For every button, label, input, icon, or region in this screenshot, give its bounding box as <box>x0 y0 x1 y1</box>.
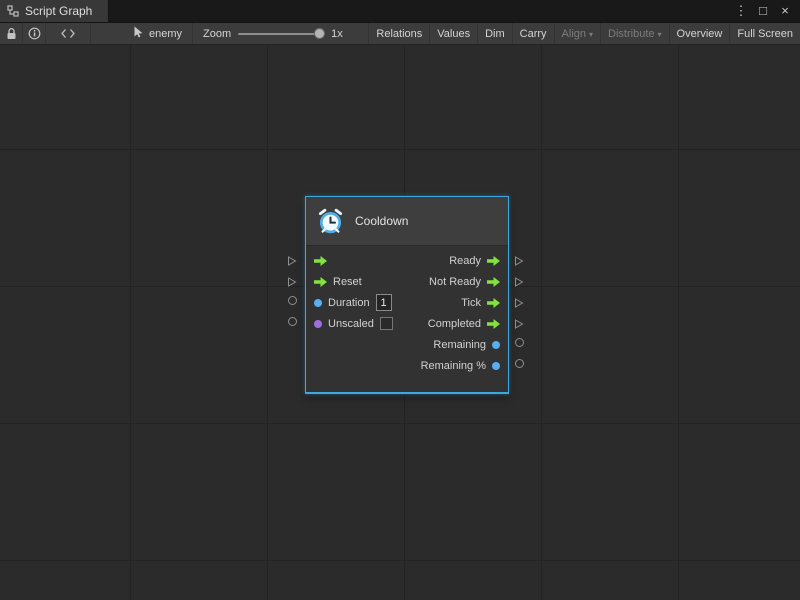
tab-label: Script Graph <box>25 4 92 18</box>
breadcrumb-graph-name: enemy <box>149 28 182 40</box>
remaining-port-icon[interactable] <box>492 341 500 349</box>
flow-input-reset-icon[interactable] <box>314 277 327 287</box>
script-graph-window: Script Graph ⋮ □ × <box>0 0 800 600</box>
menu-icon[interactable]: ⋮ <box>732 0 750 22</box>
cooldown-node[interactable]: Cooldown Ready <box>305 196 509 394</box>
flow-port-marker[interactable] <box>514 274 524 292</box>
port-row: Duration Tick <box>306 292 508 313</box>
code-view-icon[interactable] <box>46 23 91 44</box>
chevron-down-icon: ▾ <box>658 30 662 39</box>
flow-output-completed-icon[interactable] <box>487 319 500 329</box>
tab-bar: Script Graph ⋮ □ × <box>0 0 800 23</box>
port-row: Reset Not Ready <box>306 271 508 292</box>
duration-input[interactable] <box>376 294 392 311</box>
zoom-slider-handle[interactable] <box>314 28 325 39</box>
value-port-marker[interactable] <box>515 338 524 347</box>
node-header[interactable]: Cooldown <box>306 197 508 246</box>
value-port-marker[interactable] <box>515 359 524 368</box>
duration-port-icon[interactable] <box>314 299 322 307</box>
flow-port-marker[interactable] <box>514 295 524 313</box>
info-icon[interactable] <box>23 23 46 44</box>
node-body: Ready Reset Not Ready <box>306 246 508 392</box>
flow-input-enter-icon[interactable] <box>314 256 327 266</box>
unscaled-port-icon[interactable] <box>314 320 322 328</box>
zoom-label: Zoom <box>203 28 231 40</box>
maximize-icon[interactable]: □ <box>754 0 772 22</box>
unscaled-checkbox[interactable] <box>380 317 393 330</box>
alarm-clock-icon <box>317 208 344 235</box>
script-graph-icon <box>7 5 19 17</box>
port-row: Ready <box>306 250 508 271</box>
chevron-down-icon: ▾ <box>589 30 593 39</box>
carry-button[interactable]: Carry <box>512 23 554 44</box>
relations-button[interactable]: Relations <box>368 23 429 44</box>
flow-port-marker[interactable] <box>514 253 524 271</box>
values-button[interactable]: Values <box>429 23 477 44</box>
port-row: Remaining % <box>306 355 508 376</box>
port-row: Unscaled Completed <box>306 313 508 334</box>
value-port-marker[interactable] <box>288 296 297 305</box>
flow-port-marker[interactable] <box>514 316 524 334</box>
node-title: Cooldown <box>355 214 408 228</box>
tab-script-graph[interactable]: Script Graph <box>0 0 109 22</box>
full-screen-button[interactable]: Full Screen <box>729 23 800 44</box>
remaining-percent-port-icon[interactable] <box>492 362 500 370</box>
graph-pointer-icon <box>133 26 144 41</box>
overview-button[interactable]: Overview <box>669 23 730 44</box>
graph-toolbar: enemy Zoom 1x Relations Values Dim Carry <box>0 23 800 45</box>
lock-icon[interactable] <box>0 23 23 44</box>
zoom-control: Zoom 1x <box>193 23 353 44</box>
window-controls: ⋮ □ × <box>732 0 800 22</box>
graph-canvas[interactable]: Cooldown Ready <box>0 45 800 600</box>
flow-port-marker[interactable] <box>287 253 297 271</box>
zoom-slider[interactable] <box>238 33 324 35</box>
dim-button[interactable]: Dim <box>477 23 512 44</box>
flow-port-marker[interactable] <box>287 274 297 292</box>
value-port-marker[interactable] <box>288 317 297 326</box>
flow-output-notready-icon[interactable] <box>487 277 500 287</box>
flow-output-ready-icon[interactable] <box>487 256 500 266</box>
flow-output-tick-icon[interactable] <box>487 298 500 308</box>
toolbar-buttons: Relations Values Dim Carry Align ▾ Distr… <box>368 23 800 44</box>
close-icon[interactable]: × <box>776 0 794 22</box>
align-dropdown[interactable]: Align ▾ <box>554 23 600 44</box>
distribute-dropdown[interactable]: Distribute ▾ <box>600 23 668 44</box>
breadcrumb[interactable]: enemy <box>123 23 193 44</box>
port-row: Remaining <box>306 334 508 355</box>
zoom-value: 1x <box>331 28 343 40</box>
